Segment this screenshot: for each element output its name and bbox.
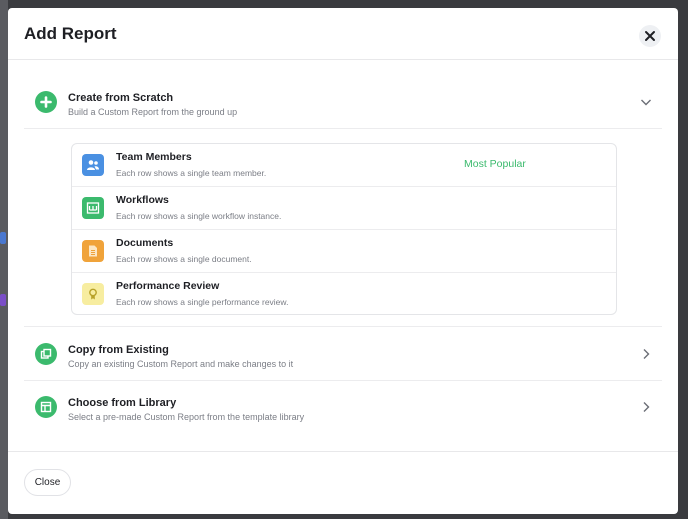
option-title: Choose from Library: [68, 397, 177, 409]
create-from-scratch-option[interactable]: Create from Scratch Build a Custom Repor…: [24, 75, 662, 129]
report-type-documents[interactable]: Documents Each row shows a single docume…: [72, 230, 616, 273]
workflow-icon: [82, 197, 104, 219]
add-report-modal: Add Report Create from Scratch Build a C…: [8, 8, 678, 514]
option-subtitle: Build a Custom Report from the ground up: [68, 107, 238, 117]
modal-footer: Close: [8, 451, 678, 514]
report-type-team-members[interactable]: Team Members Each row shows a single tea…: [72, 144, 616, 187]
award-icon: [82, 283, 104, 305]
chevron-right-icon: [643, 402, 650, 412]
report-type-title: Workflows: [116, 194, 169, 206]
plus-circle-icon: [35, 91, 57, 113]
option-title: Copy from Existing: [68, 344, 169, 356]
copy-from-existing-option[interactable]: Copy from Existing Copy an existing Cust…: [24, 327, 662, 381]
report-type-title: Team Members: [116, 151, 192, 163]
option-subtitle: Select a pre-made Custom Report from the…: [68, 412, 305, 422]
most-popular-badge: Most Popular: [464, 158, 526, 170]
copy-icon: [35, 343, 57, 365]
background-page: [0, 0, 8, 519]
option-title: Create from Scratch: [68, 92, 174, 104]
background-fragment: [0, 294, 6, 306]
template-icon: [35, 396, 57, 418]
report-type-subtitle: Each row shows a single workflow instanc…: [116, 211, 282, 221]
modal-header: Add Report: [8, 8, 678, 60]
report-type-performance-review[interactable]: Performance Review Each row shows a sing…: [72, 273, 616, 316]
modal-title: Add Report: [24, 24, 117, 43]
chevron-right-icon: [643, 349, 650, 359]
close-button[interactable]: Close: [24, 469, 71, 496]
report-type-title: Performance Review: [116, 280, 220, 292]
option-subtitle: Copy an existing Custom Report and make …: [68, 359, 294, 369]
report-type-subtitle: Each row shows a single document.: [116, 254, 252, 264]
report-type-subtitle: Each row shows a single performance revi…: [116, 297, 289, 307]
report-type-list: Team Members Each row shows a single tea…: [71, 143, 617, 315]
background-fragment: [0, 232, 6, 244]
close-modal-button[interactable]: [639, 25, 661, 47]
report-type-title: Documents: [116, 237, 174, 249]
report-type-workflows[interactable]: Workflows Each row shows a single workfl…: [72, 187, 616, 230]
close-icon: [645, 31, 655, 41]
people-icon: [82, 154, 104, 176]
document-icon: [82, 240, 104, 262]
report-type-subtitle: Each row shows a single team member.: [116, 168, 267, 178]
chevron-down-icon: [641, 99, 651, 106]
choose-from-library-option[interactable]: Choose from Library Select a pre-made Cu…: [24, 380, 662, 434]
